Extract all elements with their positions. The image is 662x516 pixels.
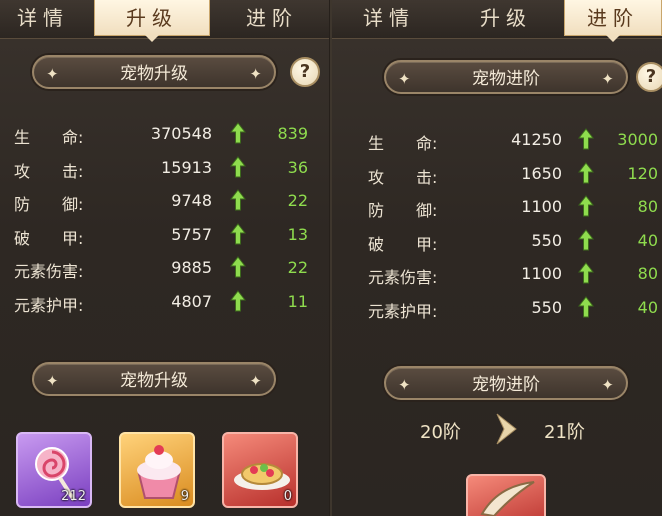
stat-value: 550 bbox=[531, 230, 562, 250]
arrow-up-icon bbox=[230, 122, 246, 144]
stat-gain: 120 bbox=[627, 163, 658, 183]
chevron-right-icon bbox=[496, 413, 517, 445]
arrow-up-icon bbox=[230, 155, 246, 177]
help-button[interactable]: ? bbox=[290, 57, 320, 87]
stat-gain: 839 bbox=[277, 124, 308, 143]
stage-to: 21阶 bbox=[544, 422, 585, 443]
stat-value: 1100 bbox=[521, 197, 562, 216]
arrow-up-icon bbox=[578, 195, 594, 217]
tab-details[interactable]: 详情 bbox=[344, 0, 434, 36]
arrow-up-icon bbox=[230, 222, 246, 244]
stat-row: 生 命: 41250 3000 bbox=[332, 124, 662, 157]
stat-label: 元素伤害: bbox=[368, 268, 438, 287]
stat-value: 4807 bbox=[171, 291, 212, 311]
stat-gain: 40 bbox=[637, 297, 658, 317]
tab-advance[interactable]: 进阶 bbox=[222, 0, 322, 36]
panel-title-banner: ✦ 宠物升级 ✦ bbox=[32, 55, 276, 89]
stat-row: 攻 击: 15913 36 bbox=[0, 152, 330, 185]
stat-label: 破 甲: bbox=[368, 234, 438, 254]
stat-gain: 80 bbox=[637, 264, 658, 283]
stat-row: 防 御: 9748 22 bbox=[0, 185, 330, 218]
sparkle-icon: ✦ bbox=[46, 65, 59, 83]
tab-details[interactable]: 详情 bbox=[0, 0, 86, 36]
stat-gain: 3000 bbox=[617, 130, 658, 149]
help-button[interactable]: ? bbox=[636, 62, 662, 92]
sparkle-icon: ✦ bbox=[601, 376, 614, 394]
panel-title-banner: ✦ 宠物进阶 ✦ bbox=[384, 60, 628, 94]
stat-label: 攻 击: bbox=[14, 161, 84, 181]
stat-label: 元素伤害: bbox=[14, 262, 84, 281]
stat-gain: 22 bbox=[287, 258, 308, 277]
horn-icon bbox=[480, 481, 535, 516]
pet-advance-panel: 详情 升级 进阶 ✦ 宠物进阶 ✦ ? 生 命: 41250 3000 攻 击: 165… bbox=[332, 0, 662, 516]
sparkle-icon: ✦ bbox=[398, 70, 411, 88]
stat-row: 攻 击: 1650 120 bbox=[332, 158, 662, 191]
tab-advance[interactable]: 进阶 bbox=[564, 0, 662, 42]
stat-gain: 40 bbox=[637, 230, 658, 250]
item-count: 212 bbox=[61, 489, 86, 504]
stat-label: 元素护甲: bbox=[368, 301, 438, 321]
stat-label: 防 御: bbox=[368, 201, 438, 220]
stat-row: 元素护甲: 550 40 bbox=[332, 292, 662, 325]
stat-label: 元素护甲: bbox=[14, 295, 84, 315]
stat-value: 9885 bbox=[171, 258, 212, 277]
stat-row: 破 甲: 5757 13 bbox=[0, 219, 330, 252]
stat-gain: 22 bbox=[287, 191, 308, 210]
stat-value: 41250 bbox=[511, 130, 562, 149]
arrow-up-icon bbox=[578, 228, 594, 250]
tab-bar: 详情 升级 进阶 bbox=[0, 0, 330, 42]
stat-value: 5757 bbox=[171, 224, 212, 244]
stage-from: 20阶 bbox=[420, 422, 461, 443]
arrow-up-icon bbox=[230, 289, 246, 311]
section-title-banner: ✦ 宠物进阶 ✦ bbox=[384, 366, 628, 400]
stat-row: 元素伤害: 1100 80 bbox=[332, 258, 662, 291]
item-count: 0 bbox=[283, 489, 292, 504]
stat-label: 生 命: bbox=[14, 128, 84, 147]
stat-gain: 36 bbox=[287, 157, 308, 177]
stat-label: 破 甲: bbox=[14, 228, 84, 248]
arrow-up-icon bbox=[578, 295, 594, 317]
arrow-up-icon bbox=[578, 262, 594, 284]
stat-value: 1650 bbox=[521, 163, 562, 183]
stat-value: 9748 bbox=[171, 191, 212, 210]
stat-label: 攻 击: bbox=[368, 167, 438, 187]
section-title: 宠物进阶 bbox=[472, 375, 540, 395]
pet-upgrade-panel: 详情 升级 进阶 ✦ 宠物升级 ✦ ? 生 命: 370548 839 攻 击: 159… bbox=[0, 0, 330, 516]
panel-title: 宠物升级 bbox=[120, 64, 188, 84]
tab-upgrade[interactable]: 升级 bbox=[458, 0, 554, 36]
stat-row: 生 命: 370548 839 bbox=[0, 118, 330, 151]
stat-value: 15913 bbox=[161, 157, 212, 177]
sparkle-icon: ✦ bbox=[46, 372, 59, 390]
stat-row: 破 甲: 550 40 bbox=[332, 225, 662, 258]
tab-bar: 详情 升级 进阶 bbox=[332, 0, 662, 42]
stat-value: 1100 bbox=[521, 264, 562, 283]
stat-value: 370548 bbox=[150, 124, 212, 143]
panel-title: 宠物进阶 bbox=[472, 69, 540, 89]
sparkle-icon: ✦ bbox=[249, 65, 262, 83]
arrow-up-icon bbox=[230, 256, 246, 278]
stat-gain: 11 bbox=[287, 291, 308, 311]
stat-value: 550 bbox=[531, 297, 562, 317]
item-slot-lollipop[interactable]: 212 bbox=[16, 432, 92, 508]
stat-row: 元素伤害: 9885 22 bbox=[0, 252, 330, 285]
item-slot-cake-plate[interactable]: 0 bbox=[222, 432, 298, 508]
sparkle-icon: ✦ bbox=[601, 70, 614, 88]
item-count: 9 bbox=[180, 489, 189, 504]
sparkle-icon: ✦ bbox=[398, 376, 411, 394]
section-title: 宠物升级 bbox=[120, 371, 188, 391]
sparkle-icon: ✦ bbox=[249, 372, 262, 390]
stat-gain: 13 bbox=[287, 224, 308, 244]
section-title-banner: ✦ 宠物升级 ✦ bbox=[32, 362, 276, 396]
item-slot-horn[interactable] bbox=[466, 474, 546, 516]
arrow-up-icon bbox=[578, 128, 594, 150]
stat-label: 防 御: bbox=[14, 195, 84, 214]
tab-upgrade[interactable]: 升级 bbox=[94, 0, 210, 42]
stat-row: 防 御: 1100 80 bbox=[332, 191, 662, 224]
stat-label: 生 命: bbox=[368, 134, 438, 153]
item-slot-cupcake[interactable]: 9 bbox=[119, 432, 195, 508]
arrow-up-icon bbox=[230, 189, 246, 211]
stat-row: 元素护甲: 4807 11 bbox=[0, 286, 330, 319]
stat-gain: 80 bbox=[637, 197, 658, 216]
arrow-up-icon bbox=[578, 161, 594, 183]
